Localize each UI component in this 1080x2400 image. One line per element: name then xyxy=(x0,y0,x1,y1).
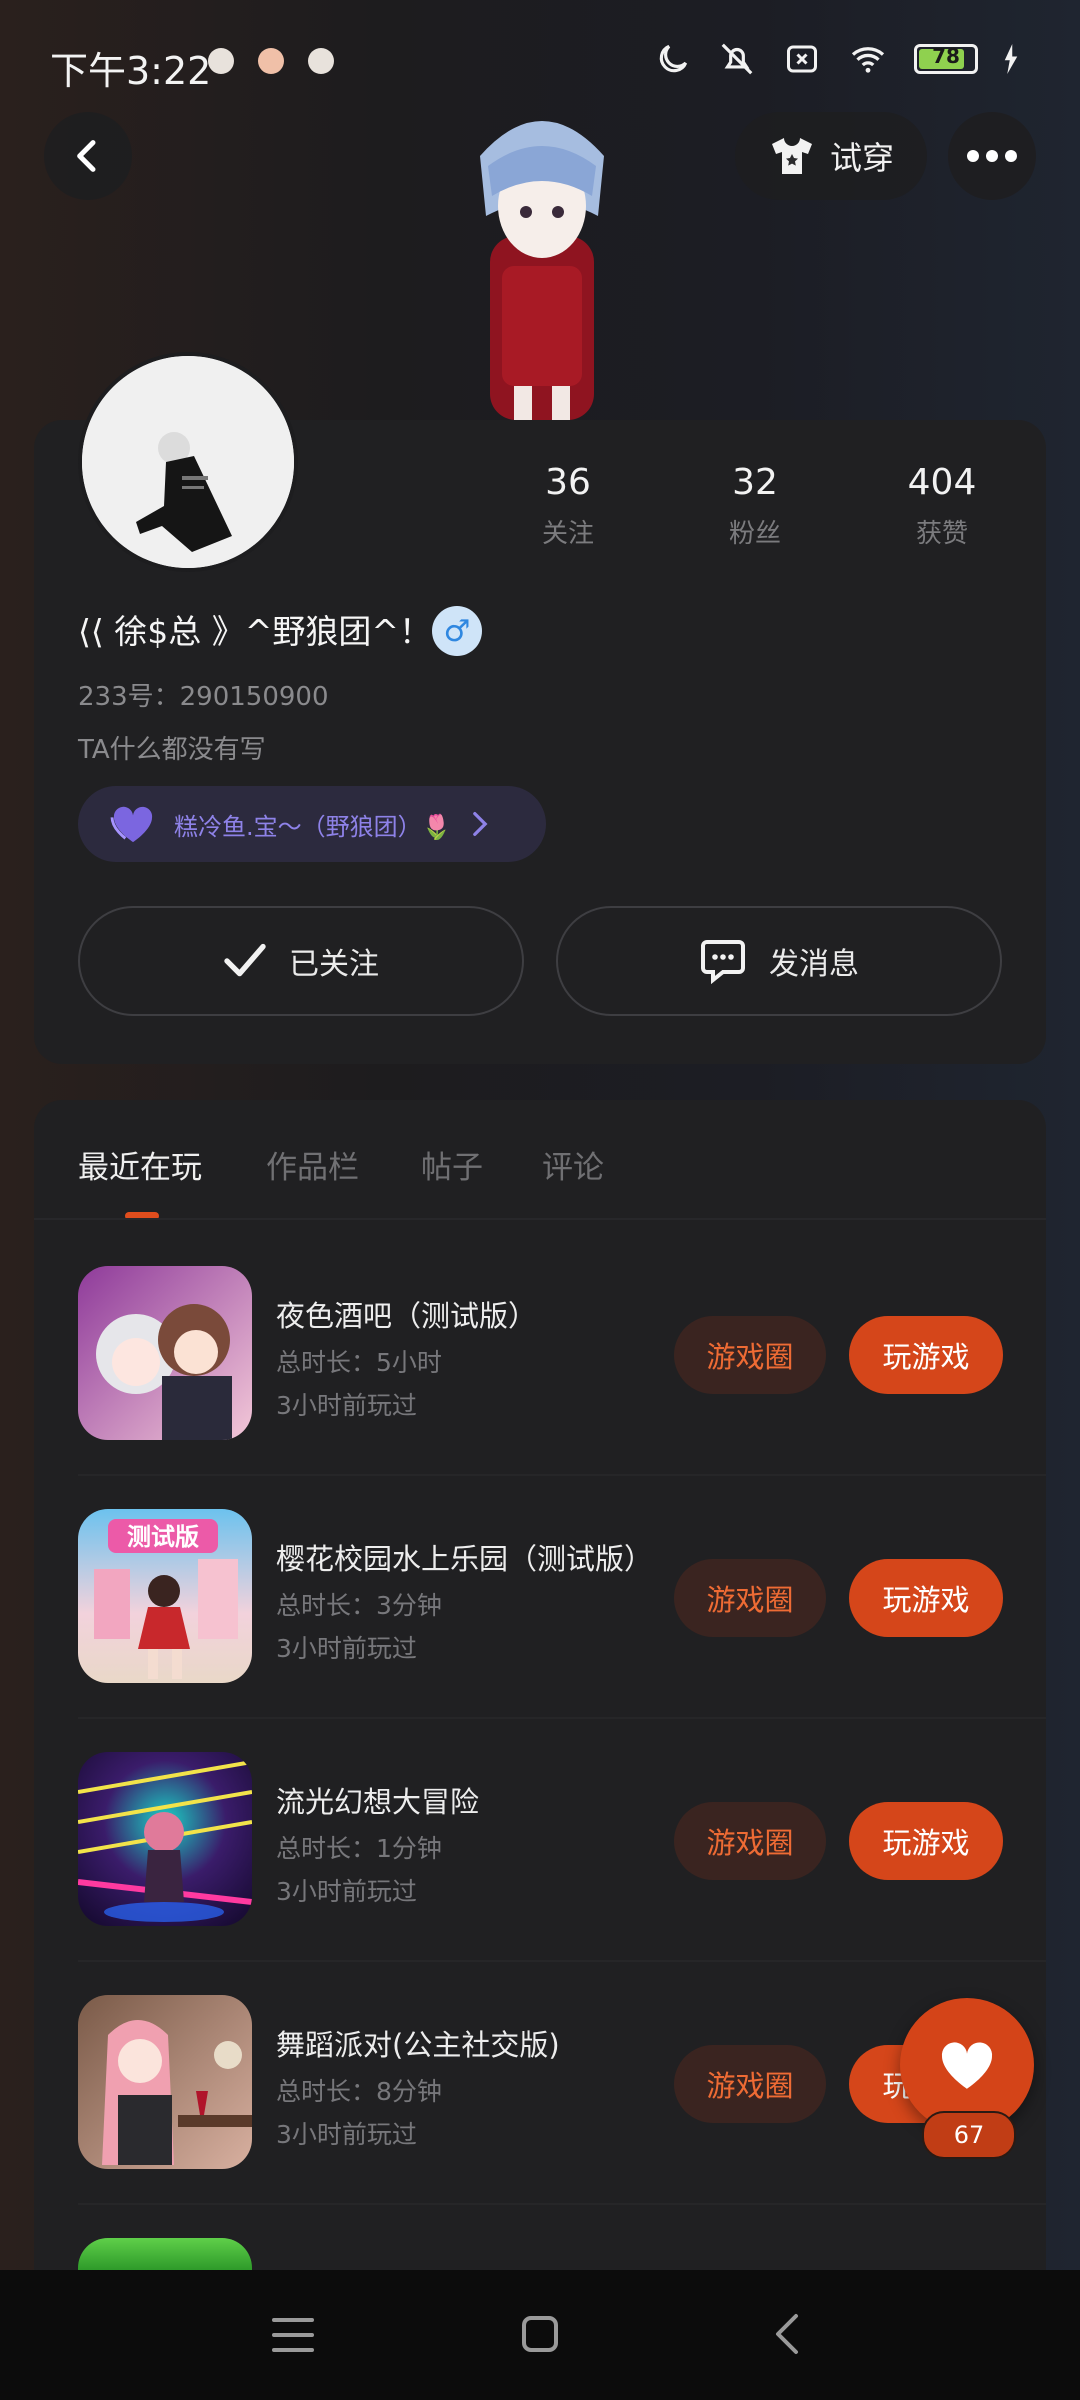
fans-count: 32 xyxy=(732,462,778,503)
game-duration: 总时长：3分钟 xyxy=(276,1591,442,1620)
tab-divider xyxy=(34,1218,1046,1220)
followed-button[interactable]: 已关注 xyxy=(78,906,524,1016)
game-circle-button[interactable]: 游戏圈 xyxy=(674,2045,826,2123)
game-title: 夜色酒吧（测试版） xyxy=(276,1299,538,1333)
status-icons: 78 xyxy=(654,40,1020,78)
row-divider xyxy=(78,1960,1046,1962)
tab-comments[interactable]: 评论 xyxy=(542,1142,604,1187)
game-icon[interactable] xyxy=(78,2238,252,2270)
back-nav-icon[interactable] xyxy=(772,2312,802,2356)
charging-icon xyxy=(1004,44,1018,74)
no-sim-icon xyxy=(787,45,817,73)
following-stat[interactable]: 36 关注 xyxy=(488,462,648,550)
game-icon[interactable] xyxy=(78,1752,252,1926)
likes-label: 获赞 xyxy=(915,519,968,549)
following-label: 关注 xyxy=(541,519,594,549)
game-title: 樱花校园水上乐园（测试版） xyxy=(276,1542,654,1576)
user-id: 233号：290150900 xyxy=(78,682,329,712)
wifi-icon xyxy=(851,47,885,73)
followed-label: 已关注 xyxy=(289,947,379,982)
row-divider xyxy=(78,1474,1046,1476)
game-circle-button[interactable]: 游戏圈 xyxy=(674,1316,826,1394)
status-time: 下午3:22 xyxy=(50,49,212,93)
test-version-badge: 测试版 xyxy=(127,1523,199,1551)
row-divider xyxy=(78,1717,1046,1719)
more-dots-icon xyxy=(967,150,1017,162)
username: ⟨⟨ 徐$总 》^野狼团^！ xyxy=(78,612,433,651)
character-avatar-figure[interactable] xyxy=(462,96,622,420)
notification-icon xyxy=(258,48,284,74)
likes-stat[interactable]: 404 获赞 xyxy=(862,462,1022,550)
game-duration: 总时长：8分钟 xyxy=(276,2077,442,2106)
game-title: 流光幻想大冒险 xyxy=(276,1785,480,1819)
following-count: 36 xyxy=(545,462,591,503)
tab-works[interactable]: 作品栏 xyxy=(266,1142,359,1187)
shirt-icon xyxy=(771,138,812,174)
chevron-left-icon xyxy=(77,140,96,172)
notification-icon xyxy=(308,48,334,74)
more-button[interactable] xyxy=(948,112,1036,200)
likes-count: 404 xyxy=(907,462,977,503)
play-game-button[interactable]: 玩游戏 xyxy=(849,1802,1003,1880)
game-last-played: 3小时前玩过 xyxy=(276,1634,417,1663)
game-duration: 总时长：5小时 xyxy=(276,1348,442,1377)
send-message-label: 发消息 xyxy=(769,947,859,982)
try-on-label: 试穿 xyxy=(829,139,894,177)
mute-bell-icon xyxy=(721,43,753,75)
avatar-image xyxy=(82,356,294,568)
heart-icon xyxy=(941,2042,993,2089)
game-title: 舞蹈派对(公主社交版) xyxy=(276,2028,560,2062)
game-last-played: 3小时前玩过 xyxy=(276,2120,417,2149)
game-circle-button[interactable]: 游戏圈 xyxy=(674,1559,826,1637)
game-icon[interactable] xyxy=(78,1995,252,2169)
menu-icon[interactable] xyxy=(272,2316,314,2354)
chat-bubble-icon xyxy=(701,940,745,984)
game-icon[interactable] xyxy=(78,1266,252,1440)
moon-icon xyxy=(659,44,688,73)
game-circle-button[interactable]: 游戏圈 xyxy=(674,1802,826,1880)
user-bio: TA什么都没有写 xyxy=(78,735,266,765)
battery-icon: 78 xyxy=(914,44,978,74)
game-last-played: 3小时前玩过 xyxy=(276,1391,417,1420)
profile-avatar[interactable] xyxy=(78,352,298,572)
play-game-button[interactable]: 玩游戏 xyxy=(849,1559,1003,1637)
game-duration: 总时长：1分钟 xyxy=(276,1834,442,1863)
tab-posts[interactable]: 帖子 xyxy=(421,1142,483,1187)
game-last-played: 3小时前玩过 xyxy=(276,1877,417,1906)
male-gender-icon: ♂ xyxy=(432,606,482,656)
like-count: 67 xyxy=(922,2111,1016,2159)
try-on-button[interactable]: 试穿 xyxy=(735,112,927,200)
row-divider xyxy=(78,2203,1046,2205)
heart-icon xyxy=(110,806,153,843)
notification-icon xyxy=(208,48,234,74)
fans-label: 粉丝 xyxy=(728,519,781,549)
tab-recent-played[interactable]: 最近在玩 xyxy=(78,1142,202,1187)
chevron-right-icon xyxy=(472,811,488,837)
home-icon[interactable] xyxy=(520,2314,560,2354)
guardian-label: 糕冷鱼.宝～（野狼团）🌷 xyxy=(174,812,452,841)
back-button[interactable] xyxy=(44,112,132,200)
play-game-button[interactable]: 玩游戏 xyxy=(849,1316,1003,1394)
guardian-badge[interactable]: 糕冷鱼.宝～（野狼团）🌷 xyxy=(78,786,546,862)
fans-stat[interactable]: 32 粉丝 xyxy=(675,462,835,550)
battery-level: 78 xyxy=(932,44,960,68)
send-message-button[interactable]: 发消息 xyxy=(556,906,1002,1016)
game-icon[interactable]: 测试版 xyxy=(78,1509,252,1683)
check-icon xyxy=(224,943,266,977)
